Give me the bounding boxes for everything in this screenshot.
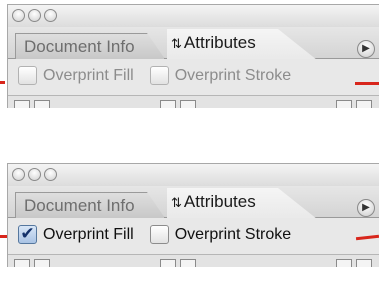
align-icon[interactable] [356,100,372,108]
panel-titlebar [8,5,379,27]
overprint-fill-label: Overprint Fill [43,66,134,84]
align-icon[interactable] [160,259,176,267]
overprint-stroke-checkbox[interactable] [149,66,169,85]
minimize-light-icon[interactable] [28,9,41,22]
panel-content: ✔ Overprint Fill Overprint Stroke [8,218,379,254]
align-icon[interactable] [14,100,30,108]
tab-attributes-label: Attributes [183,192,256,211]
tab-attributes[interactable]: ⇅ Attributes [167,29,317,60]
panel-content: Overprint Fill Overprint Stroke [8,59,379,95]
checkmark-icon: ✔ [20,224,35,243]
bottom-icon-row [8,254,379,267]
annotation-mark-left [0,81,5,84]
align-icon[interactable] [160,100,176,108]
tab-document-info[interactable]: Document Info [15,192,165,218]
overprint-stroke-label: Overprint Stroke [174,225,292,243]
tab-bar: Document Info ⇅ Attributes ▶ [8,186,379,219]
tab-document-info[interactable]: Document Info [15,33,165,59]
overprint-fill-checkbox[interactable] [18,66,37,85]
annotation-mark-left [0,235,7,238]
overprint-stroke-checkbox[interactable] [149,225,169,244]
updown-arrows-icon: ⇅ [171,36,182,51]
tab-attributes[interactable]: ⇅ Attributes [167,188,317,219]
overprint-stroke-label: Overprint Stroke [174,66,292,84]
attributes-panel-before: Document Info ⇅ Attributes ▶ Overprint Fi… [7,4,379,108]
align-icon[interactable] [336,100,352,108]
align-icon[interactable] [356,259,372,267]
panel-titlebar [8,164,379,186]
align-icon[interactable] [34,100,50,108]
bottom-icon-row [8,95,379,108]
panel-menu-icon[interactable]: ▶ [357,40,375,58]
overprint-fill-label: Overprint Fill [43,225,134,243]
zoom-light-icon[interactable] [44,9,57,22]
attributes-panel-after: Document Info ⇅ Attributes ▶ ✔ Overprint F… [7,163,379,267]
overprint-fill-checkbox[interactable]: ✔ [18,225,37,244]
annotation-mark-right [355,82,379,85]
close-light-icon[interactable] [12,9,25,22]
minimize-light-icon[interactable] [28,168,41,181]
tab-bar: Document Info ⇅ Attributes ▶ [8,27,379,60]
updown-arrows-icon: ⇅ [171,195,182,210]
align-icon[interactable] [34,259,50,267]
tab-attributes-label: Attributes [183,33,256,52]
overprint-options: ✔ Overprint Fill Overprint Stroke [18,225,307,247]
panel-menu-icon[interactable]: ▶ [357,199,375,217]
overprint-options: Overprint Fill Overprint Stroke [18,66,307,88]
align-icon[interactable] [180,259,196,267]
align-icon[interactable] [14,259,30,267]
close-light-icon[interactable] [12,168,25,181]
zoom-light-icon[interactable] [44,168,57,181]
align-icon[interactable] [336,259,352,267]
align-icon[interactable] [180,100,196,108]
